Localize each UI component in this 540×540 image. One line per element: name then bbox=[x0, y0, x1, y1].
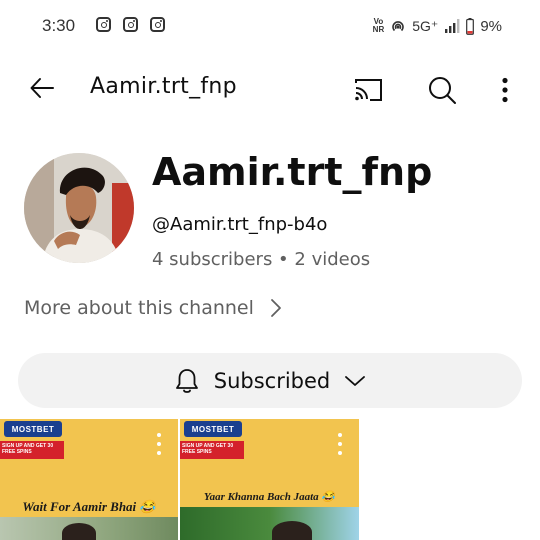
more-about-channel-link[interactable]: More about this channel bbox=[24, 297, 282, 319]
chevron-right-icon bbox=[271, 299, 281, 317]
search-button[interactable] bbox=[424, 72, 460, 108]
more-vert-icon bbox=[502, 77, 508, 103]
video-caption: Wait For Aamir Bhai 😂 bbox=[22, 499, 156, 514]
instagram-notification-icon bbox=[96, 17, 111, 32]
video-more-button[interactable] bbox=[156, 433, 162, 455]
app-bar-title: Aamir.trt_fnp bbox=[90, 74, 237, 99]
battery-percentage: 9% bbox=[480, 17, 502, 35]
channel-name: Aamir.trt_fnp bbox=[152, 150, 433, 194]
network-type: 5G⁺ bbox=[412, 17, 439, 34]
chevron-down-icon bbox=[345, 375, 366, 386]
promo-badge: MOSTBET bbox=[4, 421, 62, 437]
thumbnail-person bbox=[272, 521, 312, 540]
channel-handle: @Aamir.trt_fnp-b4o bbox=[152, 214, 328, 235]
status-time: 3:30 bbox=[42, 16, 76, 35]
video-caption: Yaar Khanna Bach Jaata 😂 bbox=[203, 491, 336, 503]
subscribed-label: Subscribed bbox=[213, 368, 331, 393]
cast-icon bbox=[355, 79, 382, 101]
promo-text: SIGN UP AND GET 30 FREE SPINS bbox=[0, 441, 64, 459]
hotspot-icon bbox=[392, 21, 405, 32]
more-dot bbox=[338, 451, 342, 455]
more-options-button[interactable] bbox=[490, 72, 520, 108]
promo-text: SIGN UP AND GET 30 FREE SPINS bbox=[180, 441, 244, 459]
channel-avatar-photo bbox=[24, 153, 134, 263]
more-dot bbox=[338, 442, 342, 446]
more-about-label: More about this channel bbox=[24, 297, 254, 319]
subscribed-button[interactable]: Subscribed bbox=[18, 353, 522, 408]
back-arrow-icon bbox=[30, 78, 54, 98]
channel-avatar[interactable] bbox=[24, 153, 134, 263]
thumbnail-photo bbox=[180, 507, 359, 540]
cast-button[interactable] bbox=[350, 72, 386, 108]
battery-icon bbox=[466, 17, 475, 35]
status-indicators: Vo NR 5G⁺ 9% bbox=[373, 14, 502, 38]
more-dot bbox=[338, 433, 342, 437]
volte-icon: Vo NR bbox=[372, 17, 385, 34]
promo-badge: MOSTBET bbox=[184, 421, 242, 437]
bell-icon bbox=[175, 368, 198, 393]
more-dot bbox=[157, 433, 161, 437]
signal-icon bbox=[445, 19, 460, 33]
more-dot bbox=[157, 451, 161, 455]
back-button[interactable] bbox=[24, 70, 60, 106]
status-bar: 3:30 Vo NR 5G⁺ 9% bbox=[0, 0, 540, 52]
video-thumbnail[interactable]: MOSTBET SIGN UP AND GET 30 FREE SPINS Wa… bbox=[0, 419, 178, 540]
instagram-notification-icon bbox=[123, 17, 138, 32]
video-thumbnail[interactable]: MOSTBET SIGN UP AND GET 30 FREE SPINS Ya… bbox=[180, 419, 359, 540]
channel-stats: 4 subscribers • 2 videos bbox=[152, 249, 371, 270]
video-more-button[interactable] bbox=[337, 433, 343, 455]
top-app-bar: Aamir.trt_fnp bbox=[0, 60, 540, 116]
search-icon bbox=[429, 77, 456, 104]
instagram-notification-icon bbox=[150, 17, 165, 32]
thumbnail-person bbox=[62, 523, 96, 540]
more-dot bbox=[157, 442, 161, 446]
